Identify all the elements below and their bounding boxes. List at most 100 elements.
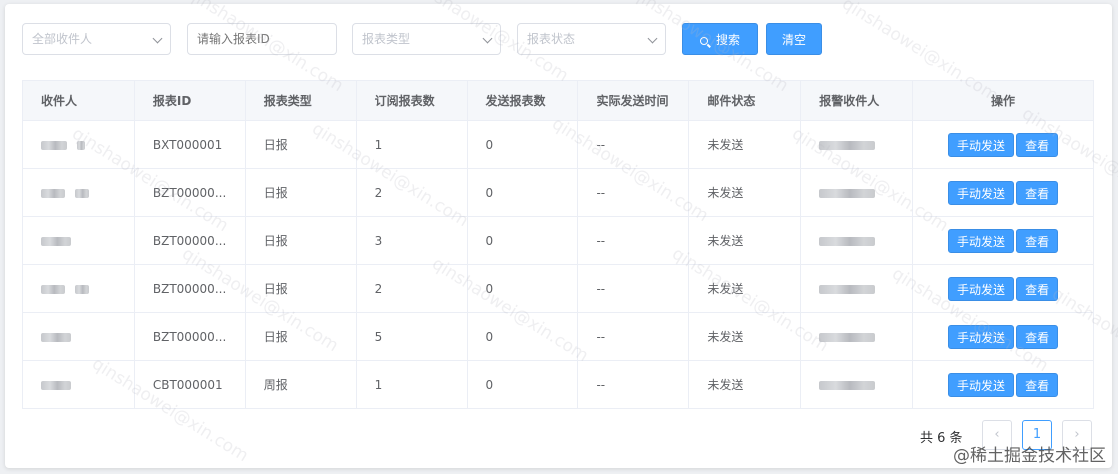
chevron-down-icon — [152, 33, 163, 44]
cell-sent-count: 0 — [467, 168, 579, 217]
cell-actions: 手动发送 查看 — [912, 216, 1094, 265]
view-button[interactable]: 查看 — [1016, 372, 1059, 397]
view-button[interactable]: 查看 — [1016, 228, 1059, 253]
header-subscribed-count: 订阅报表数 — [356, 80, 468, 121]
cell-recipient — [22, 264, 135, 313]
table-header-row: 收件人 报表ID 报表类型 订阅报表数 发送报表数 实际发送时间 邮件状态 报警… — [22, 80, 1094, 121]
chevron-left-icon: ‹ — [994, 427, 1000, 442]
cell-mail-status: 未发送 — [688, 120, 802, 169]
cell-report-id: CBT000001 — [134, 360, 246, 409]
manual-send-button[interactable]: 手动发送 — [948, 324, 1015, 349]
cell-report-type: 日报 — [245, 168, 357, 217]
view-button[interactable]: 查看 — [1016, 180, 1059, 205]
cell-recipient — [22, 120, 135, 169]
redacted-alert-recipient — [819, 284, 876, 294]
chevron-down-icon — [482, 33, 493, 44]
cell-mail-status: 未发送 — [688, 216, 802, 265]
cell-actions: 手动发送 查看 — [912, 120, 1094, 169]
cell-report-id: BZT00000... — [134, 216, 246, 265]
table-row: CBT000001 周报 1 0 -- 未发送 手动发送 查看 — [22, 360, 1094, 409]
cell-subscribed-count: 5 — [356, 312, 468, 361]
cell-alert-recipient — [800, 120, 914, 169]
report-type-select-value: 报表类型 — [362, 32, 411, 46]
cell-mail-status: 未发送 — [688, 264, 802, 313]
cell-sent-count: 0 — [467, 120, 579, 169]
chevron-right-icon: › — [1074, 427, 1080, 442]
redacted-alert-recipient — [819, 236, 876, 246]
cell-send-time: -- — [577, 360, 690, 409]
cell-report-type: 日报 — [245, 264, 357, 313]
cell-alert-recipient — [800, 360, 914, 409]
cell-recipient — [22, 360, 135, 409]
report-table: 收件人 报表ID 报表类型 订阅报表数 发送报表数 实际发送时间 邮件状态 报警… — [22, 80, 1094, 409]
report-id-input[interactable] — [187, 23, 337, 55]
recipient-select[interactable]: 全部收件人 — [22, 23, 171, 55]
redacted-recipient — [75, 188, 89, 198]
header-mail-status: 邮件状态 — [688, 80, 802, 121]
cell-sent-count: 0 — [467, 216, 579, 265]
cell-recipient — [22, 312, 135, 361]
table-row: BZT00000... 日报 3 0 -- 未发送 手动发送 查看 — [22, 216, 1094, 265]
search-button[interactable]: 搜索 — [682, 23, 758, 55]
cell-send-time: -- — [577, 120, 690, 169]
clear-button-label: 清空 — [781, 33, 806, 47]
page-number: 1 — [1032, 427, 1042, 442]
search-button-label: 搜索 — [715, 33, 740, 47]
cell-recipient — [22, 216, 135, 265]
cell-subscribed-count: 2 — [356, 264, 468, 313]
manual-send-button[interactable]: 手动发送 — [948, 132, 1015, 157]
header-sent-count: 发送报表数 — [467, 80, 579, 121]
table-row: BZT00000... 日报 5 0 -- 未发送 手动发送 查看 — [22, 312, 1094, 361]
cell-subscribed-count: 1 — [356, 360, 468, 409]
cell-report-type: 日报 — [245, 216, 357, 265]
recipient-select-value: 全部收件人 — [32, 32, 93, 46]
manual-send-button[interactable]: 手动发送 — [948, 228, 1015, 253]
search-icon — [699, 37, 708, 45]
redacted-alert-recipient — [819, 332, 876, 342]
report-type-select[interactable]: 报表类型 — [352, 23, 501, 55]
chevron-down-icon — [647, 33, 658, 44]
header-report-type: 报表类型 — [245, 80, 357, 121]
view-button[interactable]: 查看 — [1016, 132, 1059, 157]
cell-actions: 手动发送 查看 — [912, 264, 1094, 313]
cell-send-time: -- — [577, 312, 690, 361]
cell-recipient — [22, 168, 135, 217]
report-status-select[interactable]: 报表状态 — [517, 23, 666, 55]
redacted-recipient — [41, 380, 71, 390]
cell-mail-status: 未发送 — [688, 360, 802, 409]
table-row: BZT00000... 日报 2 0 -- 未发送 手动发送 查看 — [22, 264, 1094, 313]
cell-send-time: -- — [577, 168, 690, 217]
header-actions: 操作 — [912, 80, 1094, 121]
cell-sent-count: 0 — [467, 264, 579, 313]
cell-alert-recipient — [800, 312, 914, 361]
cell-alert-recipient — [800, 264, 914, 313]
manual-send-button[interactable]: 手动发送 — [948, 276, 1015, 301]
cell-report-type: 日报 — [245, 120, 357, 169]
table-row: BXT000001 日报 1 0 -- 未发送 手动发送 查看 — [22, 120, 1094, 169]
cell-subscribed-count: 1 — [356, 120, 468, 169]
manual-send-button[interactable]: 手动发送 — [948, 180, 1015, 205]
table-row: BZT00000... 日报 2 0 -- 未发送 手动发送 查看 — [22, 168, 1094, 217]
cell-send-time: -- — [577, 264, 690, 313]
cell-report-type: 周报 — [245, 360, 357, 409]
cell-sent-count: 0 — [467, 360, 579, 409]
report-status-select-value: 报表状态 — [527, 32, 576, 46]
redacted-recipient — [77, 140, 85, 150]
manual-send-button[interactable]: 手动发送 — [948, 372, 1015, 397]
clear-button[interactable]: 清空 — [766, 23, 822, 55]
redacted-alert-recipient — [819, 380, 876, 390]
view-button[interactable]: 查看 — [1016, 324, 1059, 349]
cell-alert-recipient — [800, 168, 914, 217]
cell-send-time: -- — [577, 216, 690, 265]
cell-actions: 手动发送 查看 — [912, 168, 1094, 217]
view-button[interactable]: 查看 — [1016, 276, 1059, 301]
cell-actions: 手动发送 查看 — [912, 360, 1094, 409]
redacted-recipient — [75, 284, 89, 294]
redacted-recipient — [41, 236, 71, 246]
cell-subscribed-count: 2 — [356, 168, 468, 217]
cell-alert-recipient — [800, 216, 914, 265]
header-send-time: 实际发送时间 — [577, 80, 690, 121]
header-report-id: 报表ID — [134, 80, 246, 121]
cell-report-id: BZT00000... — [134, 312, 246, 361]
cell-mail-status: 未发送 — [688, 312, 802, 361]
